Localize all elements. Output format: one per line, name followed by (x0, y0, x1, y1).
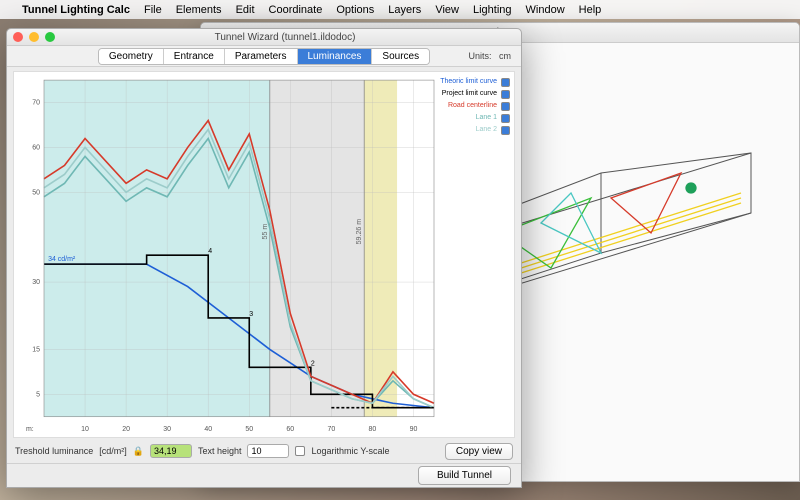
svg-text:70: 70 (32, 100, 40, 107)
text-height-label: Text height (198, 446, 242, 456)
treshold-label: Treshold luminance (15, 446, 93, 456)
svg-text:3: 3 (249, 311, 253, 318)
window-title: Tunnel Wizard (tunnel1.ildodoc) (55, 32, 515, 43)
units-readout: Units: cm (468, 51, 511, 61)
menu-lighting[interactable]: Lighting (473, 4, 512, 16)
svg-text:60: 60 (32, 145, 40, 152)
svg-text:2: 2 (311, 361, 315, 368)
tunnel-wizard-window: Tunnel Wizard (tunnel1.ildodoc) Geometry… (6, 28, 522, 488)
menu-options[interactable]: Options (336, 4, 374, 16)
svg-text:4: 4 (208, 248, 212, 255)
menu-coordinate[interactable]: Coordinate (269, 4, 323, 16)
menu-view[interactable]: View (435, 4, 459, 16)
minimize-icon[interactable] (29, 32, 39, 42)
tab-bar: Geometry Entrance Parameters Luminances … (98, 48, 430, 65)
svg-text:40: 40 (204, 426, 212, 433)
legend-cb-1[interactable] (501, 90, 510, 99)
svg-text:50: 50 (32, 190, 40, 197)
mac-menubar: Tunnel Lighting Calc File Elements Edit … (0, 0, 800, 19)
svg-text:60: 60 (286, 426, 294, 433)
svg-text:m:: m: (26, 426, 34, 433)
svg-text:34 cd/m²: 34 cd/m² (48, 256, 76, 263)
svg-text:30: 30 (32, 279, 40, 286)
close-icon[interactable] (13, 32, 23, 42)
menu-layers[interactable]: Layers (388, 4, 421, 16)
text-height-input[interactable] (247, 444, 289, 458)
svg-text:20: 20 (122, 426, 130, 433)
tab-row: Geometry Entrance Parameters Luminances … (7, 46, 521, 67)
front-titlebar[interactable]: Tunnel Wizard (tunnel1.ildodoc) (7, 29, 521, 46)
tab-sources[interactable]: Sources (372, 49, 429, 64)
svg-text:10: 10 (81, 426, 89, 433)
svg-text:80: 80 (369, 426, 377, 433)
tab-entrance[interactable]: Entrance (164, 49, 225, 64)
legend-cb-4[interactable] (501, 126, 510, 135)
legend: Theoric limit curve Project limit curve … (440, 76, 510, 136)
log-scale-checkbox[interactable] (295, 446, 305, 456)
log-scale-label: Logarithmic Y-scale (311, 446, 389, 456)
luminance-plot[interactable]: 10 20 30 40 50 60 70 80 90 5 15 30 50 60 70 m: 55 m 59.26… (13, 71, 515, 438)
tab-parameters[interactable]: Parameters (225, 49, 298, 64)
treshold-input[interactable] (150, 444, 192, 458)
lock-icon[interactable]: 🔒 (133, 446, 144, 457)
svg-text:59.26 m: 59.26 m (356, 219, 363, 245)
plot-svg: 10 20 30 40 50 60 70 80 90 5 15 30 50 60 70 m: 55 m 59.26… (14, 72, 514, 437)
tab-geometry[interactable]: Geometry (99, 49, 164, 64)
controls-row: Treshold luminance [cd/m²] 🔒 Text height… (7, 440, 521, 462)
legend-cb-2[interactable] (501, 102, 510, 111)
menu-elements[interactable]: Elements (176, 4, 222, 16)
svg-text:5: 5 (36, 392, 40, 399)
menu-edit[interactable]: Edit (236, 4, 255, 16)
svg-text:90: 90 (410, 426, 418, 433)
zoom-icon[interactable] (45, 32, 55, 42)
legend-cb-3[interactable] (501, 114, 510, 123)
svg-text:70: 70 (327, 426, 335, 433)
treshold-unit: [cd/m²] (99, 446, 127, 456)
svg-text:50: 50 (245, 426, 253, 433)
build-tunnel-button[interactable]: Build Tunnel (418, 466, 511, 485)
svg-text:55 m: 55 m (262, 224, 269, 240)
svg-text:15: 15 (32, 347, 40, 354)
legend-cb-0[interactable] (501, 78, 510, 87)
menu-help[interactable]: Help (579, 4, 602, 16)
menu-window[interactable]: Window (526, 4, 565, 16)
menu-file[interactable]: File (144, 4, 162, 16)
app-name[interactable]: Tunnel Lighting Calc (22, 4, 130, 16)
tab-luminances[interactable]: Luminances (298, 49, 373, 64)
bottom-row: Build Tunnel (7, 463, 521, 487)
copy-view-button[interactable]: Copy view (445, 443, 513, 460)
svg-text:30: 30 (163, 426, 171, 433)
